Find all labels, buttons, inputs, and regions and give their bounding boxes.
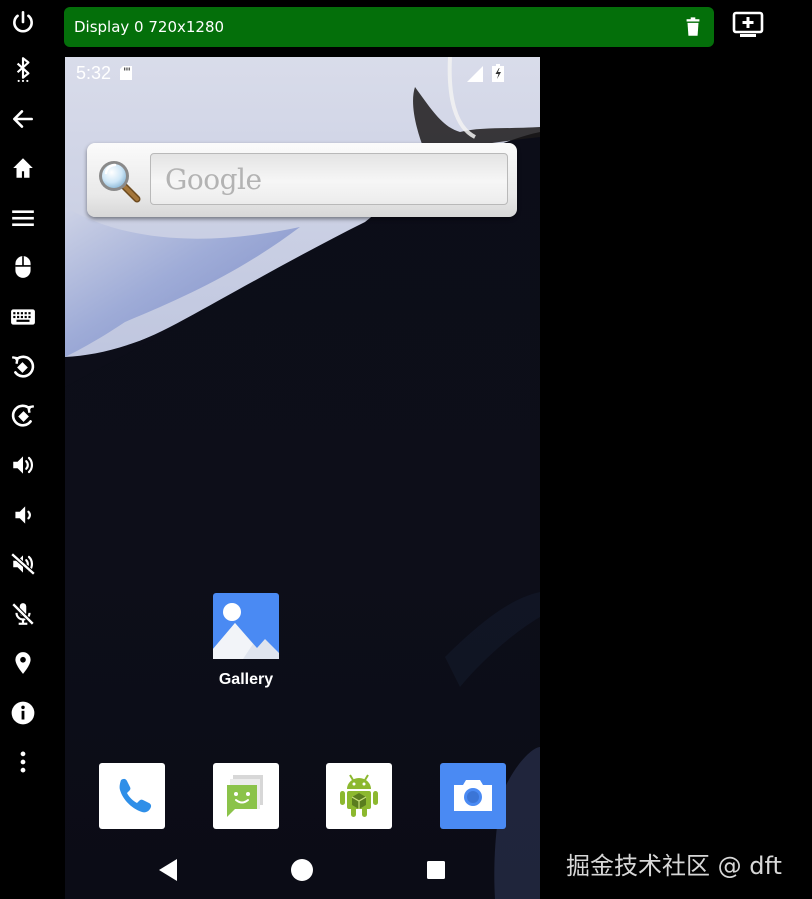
keyboard-icon [11, 309, 35, 325]
status-time: 5:32 [76, 63, 112, 83]
search-icon [99, 161, 141, 203]
info-icon [11, 701, 35, 725]
nav-recents-button[interactable] [423, 857, 449, 883]
microphone-button[interactable] [0, 592, 46, 636]
volume-down-button[interactable] [0, 493, 46, 537]
display-header-bar: Display 0 720x1280 [64, 7, 714, 47]
rotate-left-button[interactable] [0, 345, 46, 389]
mouse-button[interactable] [0, 245, 46, 289]
bluetooth-icon [16, 57, 30, 82]
keyboard-button[interactable] [0, 295, 46, 339]
rotate-right-button[interactable] [0, 394, 46, 438]
gallery-app[interactable]: Gallery [208, 593, 284, 689]
search-input[interactable]: Google [150, 153, 508, 205]
back-arrow-icon [13, 110, 33, 128]
more-vertical-icon [20, 751, 26, 773]
volume-up-icon [13, 456, 33, 474]
volume-mute-icon [10, 552, 36, 576]
rotate-right-icon [11, 404, 35, 427]
nav-back-button[interactable] [155, 857, 181, 883]
phone-app-icon [99, 763, 165, 829]
location-icon [15, 652, 31, 674]
display-title: Display 0 720x1280 [74, 18, 225, 36]
power-button[interactable] [0, 0, 46, 44]
nav-home-button[interactable] [289, 857, 315, 883]
android-app[interactable] [326, 763, 392, 829]
home-icon [13, 158, 33, 178]
phone-screen[interactable]: 5:32 Google Gallery [65, 57, 540, 899]
messaging-app-icon [213, 763, 279, 829]
signal-icon [467, 66, 483, 82]
phone-app[interactable] [99, 763, 165, 829]
menu-icon [12, 210, 34, 227]
bluetooth-button[interactable] [0, 47, 46, 91]
volume-up-button[interactable] [0, 443, 46, 487]
gallery-icon [213, 593, 279, 659]
gallery-label: Gallery [218, 671, 274, 688]
battery-charging-icon [492, 64, 504, 82]
home-button[interactable] [0, 146, 46, 190]
messaging-app[interactable] [213, 763, 279, 829]
rotate-left-icon [11, 355, 35, 378]
power-icon [13, 10, 33, 33]
search-placeholder: Google [165, 163, 262, 196]
watermark-text: 掘金技术社区 @ dft [566, 852, 782, 880]
emulator-toolbar [0, 0, 46, 899]
microphone-off-icon [11, 602, 35, 626]
back-button[interactable] [0, 97, 46, 141]
location-button[interactable] [0, 641, 46, 685]
menu-button[interactable] [0, 196, 46, 240]
camera-app-icon [440, 763, 506, 829]
camera-app[interactable] [440, 763, 506, 829]
android-app-icon [326, 763, 392, 829]
sd-card-icon [120, 66, 132, 80]
more-options-button[interactable] [0, 740, 46, 784]
status-bar: 5:32 [65, 57, 540, 87]
nav-home-icon [291, 859, 313, 881]
trash-icon[interactable] [682, 16, 704, 38]
volume-mute-button[interactable] [0, 542, 46, 586]
nav-recents-icon [427, 861, 445, 879]
add-display-icon[interactable] [732, 11, 764, 39]
mouse-icon [15, 256, 31, 278]
info-button[interactable] [0, 691, 46, 735]
google-search-widget[interactable]: Google [87, 143, 517, 217]
volume-down-icon [15, 506, 31, 524]
nav-back-icon [159, 859, 177, 881]
